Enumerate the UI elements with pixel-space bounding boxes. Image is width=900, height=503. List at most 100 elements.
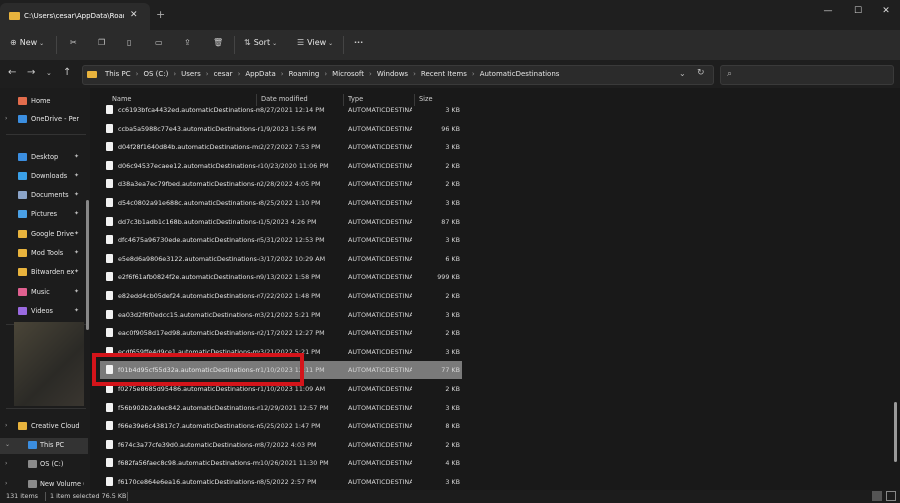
navigation-pane: Home › OneDrive - Personal Desktop✦ Download… xyxy=(0,88,90,490)
file-date: 8/7/2022 4:03 PM xyxy=(260,440,317,449)
sidebar-item[interactable]: › OS (C:) xyxy=(0,457,88,473)
chevron-right-icon[interactable]: › xyxy=(472,70,475,78)
table-row[interactable]: f674c3a77cfe39d0.automaticDestinations-m… xyxy=(100,436,462,454)
view-button[interactable]: ☰ View ⌄ xyxy=(297,38,333,47)
maximize-button[interactable]: ☐ xyxy=(848,6,868,16)
breadcrumb-item[interactable]: OS (C:) xyxy=(143,70,168,78)
file-type: AUTOMATICDESTINATIONS-MS xyxy=(348,366,412,375)
new-button[interactable]: ⊕ New ⌄ xyxy=(10,38,44,47)
breadcrumb-item[interactable]: Windows xyxy=(377,70,408,78)
chevron-right-icon[interactable]: › xyxy=(173,70,176,78)
chevron-right-icon[interactable]: › xyxy=(324,70,327,78)
chevron-icon[interactable]: ⌄ xyxy=(5,441,10,448)
sort-button[interactable]: ⇅ Sort ⌄ xyxy=(244,38,277,47)
table-row[interactable]: f682fa56faec8c98.automaticDestinations-m… xyxy=(100,454,462,472)
tab-current[interactable]: C:\Users\cesar\AppData\Roaming ✕ xyxy=(0,3,150,30)
table-row[interactable]: f6170ce864e6ea16.automaticDestinations-m… xyxy=(100,473,462,491)
sidebar-scrollbar[interactable] xyxy=(86,200,89,330)
copy-button[interactable]: ❐ xyxy=(98,38,105,47)
sidebar-item[interactable]: Home xyxy=(0,94,88,110)
sidebar-item-label: OneDrive - Personal xyxy=(31,115,79,123)
up-arrow-icon[interactable]: ↑ xyxy=(63,67,71,78)
close-window-button[interactable]: ✕ xyxy=(876,6,896,16)
file-date: 2/28/2022 4:05 PM xyxy=(260,180,321,189)
chevron-icon[interactable]: › xyxy=(5,460,7,467)
table-row[interactable]: ccba5a5988c77e43.automaticDestinations-m… xyxy=(100,120,462,138)
sidebar-item[interactable]: Pictures ✦ xyxy=(0,207,88,223)
file-size: 2 KB xyxy=(445,385,460,393)
cut-button[interactable]: ✂ xyxy=(70,38,77,47)
breadcrumb[interactable]: This PC › OS (C:) › Users › cesar › AppData › Roam… xyxy=(105,70,559,78)
file-date: 12/29/2021 12:57 PM xyxy=(260,403,329,412)
breadcrumb-item[interactable]: Microsoft xyxy=(332,70,364,78)
chevron-right-icon[interactable]: › xyxy=(206,70,209,78)
share-button[interactable]: ⇪ xyxy=(184,38,191,47)
table-row[interactable]: e82edd4cb05def24.automaticDestinations-m… xyxy=(100,287,462,305)
delete-button[interactable]: 🗑 xyxy=(213,38,223,47)
sidebar-item[interactable]: Documents ✦ xyxy=(0,188,88,204)
file-type: AUTOMATICDESTINATIONS-MS xyxy=(348,273,412,282)
sidebar-item[interactable]: Downloads ✦ xyxy=(0,169,88,185)
more-options-button[interactable]: ··· xyxy=(354,38,363,47)
forward-arrow-icon[interactable]: → xyxy=(27,67,35,78)
search-input[interactable]: ⌕ xyxy=(720,65,894,85)
recent-locations-icon[interactable]: ⌄ xyxy=(46,69,52,77)
back-arrow-icon[interactable]: ← xyxy=(8,67,16,78)
breadcrumb-item[interactable]: cesar xyxy=(214,70,233,78)
minimize-button[interactable]: — xyxy=(818,6,838,16)
file-name: f0275e8685d95486.automaticDestinations-m… xyxy=(118,385,260,393)
chevron-icon[interactable]: › xyxy=(5,480,7,487)
pin-icon: ✦ xyxy=(74,172,80,179)
breadcrumb-item[interactable]: AppData xyxy=(245,70,275,78)
table-row[interactable]: e5e8d6a9806e3122.automaticDestinations-m… xyxy=(100,250,462,268)
sidebar-item[interactable]: › Creative Cloud F xyxy=(0,419,88,435)
details-view-icon[interactable] xyxy=(872,491,882,501)
table-row[interactable]: e2f6f61afb0824f2e.automaticDestinations-… xyxy=(100,268,462,286)
item-count: 131 items xyxy=(6,492,38,500)
table-row[interactable]: ea03d2f6f0edcc15.automaticDestinations-m… xyxy=(100,306,462,324)
table-row[interactable]: dfc4675a96730ede.automaticDestinations-m… xyxy=(100,231,462,249)
file-size: 2 KB xyxy=(445,292,460,300)
table-row[interactable]: d06c94537ecaee12.automaticDestinations-m… xyxy=(100,157,462,175)
chevron-down-icon[interactable]: ⌄ xyxy=(679,69,686,78)
sidebar-item[interactable]: Videos ✦ xyxy=(0,304,88,320)
sidebar-item[interactable]: Google Drive ✦ xyxy=(0,227,88,243)
file-icon xyxy=(106,123,113,133)
table-row[interactable]: dd7c3b1adb1c168b.automaticDestinations-m… xyxy=(100,213,462,231)
sidebar-item[interactable]: Desktop ✦ xyxy=(0,150,88,166)
address-bar[interactable]: This PC › OS (C:) › Users › cesar › AppData › Roam… xyxy=(82,65,714,85)
file-name: f56b902b2a9ec842.automaticDestinations-m… xyxy=(118,403,260,412)
tab-close-icon[interactable]: ✕ xyxy=(130,10,138,20)
table-row[interactable]: d54c0802a91e688c.automaticDestinations-m… xyxy=(100,194,462,212)
chevron-right-icon[interactable]: › xyxy=(136,70,139,78)
chevron-right-icon[interactable]: › xyxy=(281,70,284,78)
breadcrumb-item[interactable]: Recent Items xyxy=(421,70,467,78)
table-row[interactable]: d38a3ea7ec79fbed.automaticDestinations-m… xyxy=(100,175,462,193)
sidebar-item[interactable]: Bitwarden ex ✦ xyxy=(0,265,88,281)
chevron-icon[interactable]: › xyxy=(5,422,7,429)
new-tab-button[interactable]: + xyxy=(156,8,165,21)
sidebar-item[interactable]: Mod Tools ✦ xyxy=(0,246,88,262)
breadcrumb-item[interactable]: This PC xyxy=(105,70,131,78)
table-row[interactable]: f56b902b2a9ec842.automaticDestinations-m… xyxy=(100,399,462,417)
table-row[interactable]: cc6193bfca4432ed.automaticDestinations-m… xyxy=(100,101,462,119)
breadcrumb-item[interactable]: Users xyxy=(181,70,201,78)
breadcrumb-item[interactable]: AutomaticDestinations xyxy=(480,70,560,78)
chevron-right-icon[interactable]: › xyxy=(238,70,241,78)
sidebar-item[interactable]: Music ✦ xyxy=(0,285,88,301)
table-row[interactable]: f66e39e6c43817c7.automaticDestinations-m… xyxy=(100,417,462,435)
tiles-view-icon[interactable] xyxy=(886,491,896,501)
file-list-scrollbar[interactable] xyxy=(894,402,897,462)
chevron-icon[interactable]: › xyxy=(5,115,7,122)
chevron-right-icon[interactable]: › xyxy=(369,70,372,78)
table-row[interactable]: d04f28f1640d84b.automaticDestinations-ms… xyxy=(100,138,462,156)
rename-button[interactable]: ▭ xyxy=(155,38,163,47)
refresh-icon[interactable]: ↻ xyxy=(697,68,705,78)
plus-circle-icon: ⊕ xyxy=(10,38,17,47)
sidebar-item[interactable]: ⌄ This PC xyxy=(0,438,88,454)
chevron-right-icon[interactable]: › xyxy=(413,70,416,78)
breadcrumb-item[interactable]: Roaming xyxy=(289,70,320,78)
table-row[interactable]: eac0f9058d17ed98.automaticDestinations-m… xyxy=(100,324,462,342)
paste-button[interactable]: ▯ xyxy=(127,38,131,47)
sidebar-item[interactable]: › OneDrive - Personal xyxy=(0,112,88,128)
